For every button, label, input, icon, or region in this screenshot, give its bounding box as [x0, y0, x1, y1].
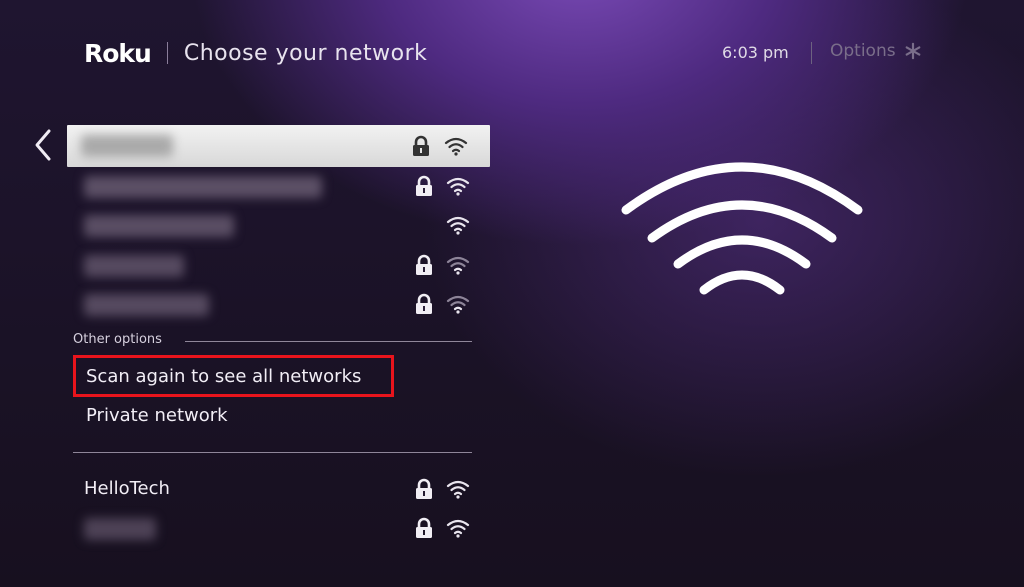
network-name-redacted — [84, 518, 156, 540]
clock: 6:03 pm — [722, 43, 789, 62]
network-item[interactable] — [84, 174, 484, 200]
network-item-hellotech[interactable]: HelloTech — [84, 477, 484, 503]
network-item[interactable] — [84, 516, 484, 542]
wifi-icon — [444, 137, 468, 156]
network-name: HelloTech — [84, 478, 170, 499]
wifi-icon — [446, 216, 470, 235]
private-network-option[interactable]: Private network — [86, 405, 228, 426]
network-item[interactable] — [84, 253, 484, 279]
network-name-redacted — [84, 294, 209, 316]
options-button[interactable]: Options — [830, 41, 922, 61]
network-item[interactable] — [84, 213, 484, 239]
section-divider — [185, 341, 472, 342]
lock-icon — [416, 175, 432, 196]
status-divider — [811, 42, 812, 64]
wifi-icon — [446, 256, 470, 275]
lock-icon — [416, 478, 432, 499]
network-name-redacted — [84, 176, 322, 198]
section-label-other-options: Other options — [73, 332, 162, 347]
lock-icon — [416, 517, 432, 538]
roku-logo: Roku — [84, 38, 152, 68]
header: Roku Choose your network — [84, 33, 427, 73]
chevron-left-icon[interactable] — [32, 128, 54, 162]
lock-icon — [416, 293, 432, 314]
header-divider — [166, 42, 168, 64]
asterisk-icon — [905, 42, 920, 60]
section-divider — [73, 452, 472, 453]
scan-again-option[interactable]: Scan again to see all networks — [86, 366, 361, 387]
wifi-icon — [446, 295, 470, 314]
wifi-large-icon — [621, 162, 863, 295]
lock-icon — [413, 135, 429, 156]
network-item-selected[interactable] — [67, 125, 490, 167]
options-label: Options — [830, 41, 896, 61]
network-item[interactable] — [84, 292, 484, 318]
wifi-icon — [446, 519, 470, 538]
wifi-icon — [446, 177, 470, 196]
lock-icon — [416, 254, 432, 275]
network-name-redacted — [81, 135, 173, 157]
network-name-redacted — [84, 215, 234, 237]
network-name-redacted — [84, 255, 184, 277]
wifi-icon — [446, 480, 470, 499]
page-title: Choose your network — [183, 40, 428, 66]
